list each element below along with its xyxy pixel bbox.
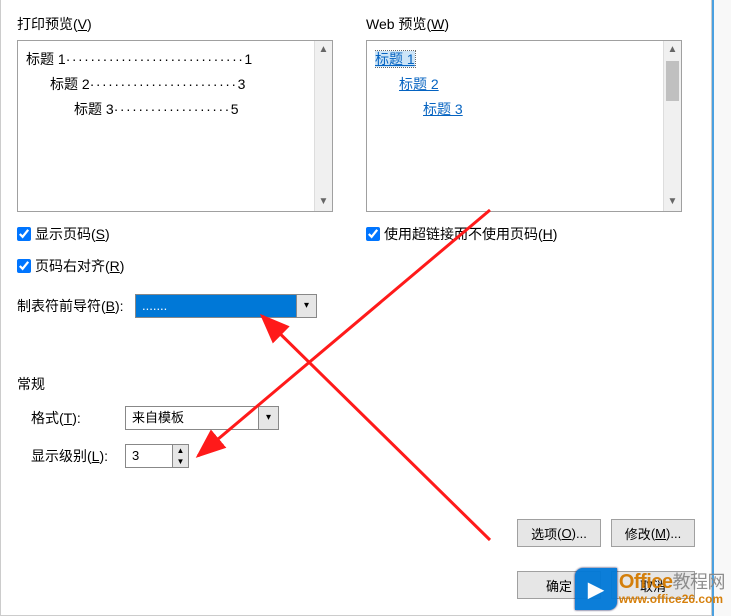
tab-leader-row: 制表符前导符(B): ....... ▾ bbox=[17, 294, 346, 318]
office-logo-icon: ▶ bbox=[575, 568, 617, 610]
web-link-1[interactable]: 标题 1 bbox=[375, 51, 415, 67]
show-levels-input[interactable] bbox=[126, 445, 172, 467]
use-hyperlink-checkbox[interactable] bbox=[366, 227, 380, 241]
use-hyperlink-label: 使用超链接而不使用页码(H) bbox=[384, 224, 557, 244]
print-preview-scrollbar[interactable]: ▲ ▼ bbox=[314, 41, 332, 211]
tab-leader-combo[interactable]: ....... ▾ bbox=[135, 294, 317, 318]
show-levels-row: 显示级别(L): ▲ ▼ bbox=[31, 444, 695, 468]
right-align-checkbox-row: 页码右对齐(R) bbox=[17, 256, 346, 276]
web-preview-scrollbar[interactable]: ▲ ▼ bbox=[663, 41, 681, 211]
format-row: 格式(T): 来自模板 ▾ bbox=[31, 406, 695, 430]
right-align-label: 页码右对齐(R) bbox=[35, 256, 124, 276]
toc-dialog: 打印预览(V) 标题 1····························… bbox=[0, 0, 712, 616]
scroll-up-icon[interactable]: ▲ bbox=[664, 41, 681, 59]
web-preview-box: 标题 1 标题 2 标题 3 ▲ ▼ bbox=[366, 40, 682, 212]
print-preview-box: 标题 1·····························1 标题 2·… bbox=[17, 40, 333, 212]
spinner-down-icon[interactable]: ▼ bbox=[173, 456, 188, 467]
format-combo[interactable]: 来自模板 ▾ bbox=[125, 406, 279, 430]
show-page-checkbox[interactable] bbox=[17, 227, 31, 241]
show-levels-label: 显示级别(L): bbox=[31, 446, 117, 466]
general-section-title: 常规 bbox=[17, 374, 695, 394]
print-preview-section: 打印预览(V) 标题 1····························… bbox=[17, 14, 346, 318]
right-edge-strip bbox=[712, 0, 731, 616]
right-align-checkbox[interactable] bbox=[17, 259, 31, 273]
options-button[interactable]: 选项(O)... bbox=[517, 519, 601, 547]
watermark: ▶ Office教程网 www.office26.com bbox=[575, 568, 725, 610]
show-levels-spinner[interactable]: ▲ ▼ bbox=[125, 444, 189, 468]
print-preview-label: 打印预览(V) bbox=[17, 14, 346, 34]
show-page-checkbox-row: 显示页码(S) bbox=[17, 224, 346, 244]
show-page-label: 显示页码(S) bbox=[35, 224, 110, 244]
tab-leader-label: 制表符前导符(B): bbox=[17, 296, 127, 316]
format-value: 来自模板 bbox=[126, 407, 258, 429]
modify-button[interactable]: 修改(M)... bbox=[611, 519, 695, 547]
use-hyperlink-checkbox-row: 使用超链接而不使用页码(H) bbox=[366, 224, 695, 244]
web-preview-label: Web 预览(W) bbox=[366, 14, 695, 34]
web-link-2[interactable]: 标题 2 bbox=[399, 76, 439, 92]
web-link-3[interactable]: 标题 3 bbox=[423, 101, 463, 117]
toc-line-3: 标题 3···················5 bbox=[26, 97, 324, 122]
scroll-down-icon[interactable]: ▼ bbox=[664, 193, 681, 211]
toc-line-2: 标题 2························3 bbox=[26, 72, 324, 97]
format-label: 格式(T): bbox=[31, 408, 117, 428]
options-row: 选项(O)... 修改(M)... bbox=[517, 519, 695, 547]
chevron-down-icon[interactable]: ▾ bbox=[296, 295, 316, 317]
watermark-brand: Office教程网 bbox=[619, 571, 725, 593]
toc-line-1: 标题 1·····························1 bbox=[26, 47, 324, 72]
web-preview-section: Web 预览(W) 标题 1 标题 2 标题 3 ▲ ▼ 使用超链接而不使用页码… bbox=[366, 14, 695, 318]
scroll-thumb[interactable] bbox=[666, 61, 679, 101]
watermark-url: www.office26.com bbox=[619, 593, 725, 606]
tab-leader-value: ....... bbox=[136, 295, 296, 317]
scroll-down-icon[interactable]: ▼ bbox=[315, 193, 332, 211]
scroll-up-icon[interactable]: ▲ bbox=[315, 41, 332, 59]
spinner-up-icon[interactable]: ▲ bbox=[173, 445, 188, 456]
chevron-down-icon[interactable]: ▾ bbox=[258, 407, 278, 429]
